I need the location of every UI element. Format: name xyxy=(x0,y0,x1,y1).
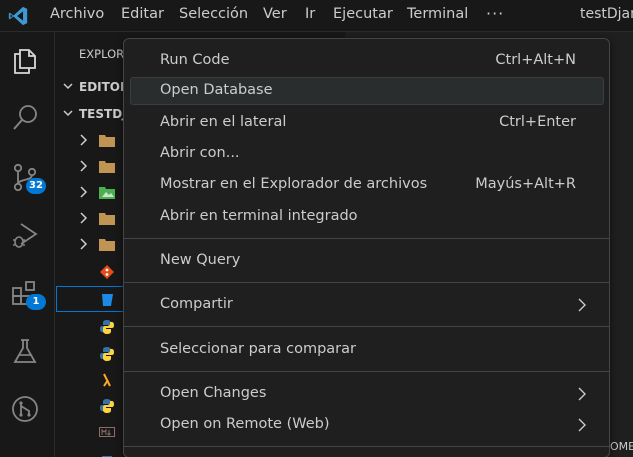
explorer-title: EXPLOR xyxy=(79,47,125,61)
menu-item-label: Open Changes xyxy=(160,385,267,401)
menu-separator xyxy=(124,326,609,327)
section-open-editors[interactable]: EDITOR xyxy=(63,80,129,94)
menu-ver[interactable]: Ver xyxy=(263,6,287,22)
folder-icon xyxy=(99,161,115,173)
run-debug-activity[interactable] xyxy=(0,210,55,258)
chevron-down-icon xyxy=(63,107,79,121)
chevron-right-icon xyxy=(80,160,88,172)
source-control-badge: 32 xyxy=(26,178,46,194)
menu-ir[interactable]: Ir xyxy=(305,6,315,22)
chevron-down-icon xyxy=(63,80,79,94)
chevron-right-icon xyxy=(80,212,88,224)
section-label: EDITOR xyxy=(79,80,130,94)
menu-item-open-on-remote[interactable]: Open on Remote (Web) xyxy=(130,411,604,439)
menu-separator xyxy=(124,282,609,283)
procfile-icon xyxy=(103,373,111,387)
menu-item-reveal-in-explorer[interactable]: Mostrar en el Explorador de archivos May… xyxy=(130,171,604,199)
menu-separator xyxy=(124,371,609,372)
section-project[interactable]: TESTDJ xyxy=(63,107,127,121)
status-fragment: OMEN xyxy=(610,440,633,453)
git-file-icon xyxy=(100,265,114,279)
menu-item-share[interactable]: Compartir xyxy=(130,291,604,319)
search-icon xyxy=(13,105,37,130)
search-activity[interactable] xyxy=(0,92,55,140)
menu-item-shortcut: Mayús+Alt+R xyxy=(475,176,576,192)
extensions-badge: 1 xyxy=(26,294,46,310)
menu-item-label: Abrir en el lateral xyxy=(160,114,287,130)
menu-separator xyxy=(124,238,609,239)
menu-item-label: Compartir xyxy=(160,296,233,312)
chevron-right-icon xyxy=(80,134,88,146)
menu-item-open-database[interactable]: Open Database xyxy=(130,77,604,105)
more-menu-icon[interactable]: ··· xyxy=(486,4,504,23)
chevron-right-icon xyxy=(80,186,88,198)
testing-icon xyxy=(13,339,37,363)
menu-archivo[interactable]: Archivo xyxy=(50,6,104,22)
title-bar: Archivo Editar Selección Ver Ir Ejecutar… xyxy=(0,0,633,32)
menu-item-label: Abrir en terminal integrado xyxy=(160,208,358,224)
folder-icon xyxy=(99,213,115,225)
menu-item-label: Run Code xyxy=(160,52,230,68)
source-control-activity[interactable]: 32 xyxy=(0,152,55,200)
menu-item-select-for-compare[interactable]: Seleccionar para comparar xyxy=(130,336,604,364)
menu-item-label: Mostrar en el Explorador de archivos xyxy=(160,176,428,192)
database-file-icon xyxy=(102,294,113,306)
file-icon xyxy=(102,456,112,457)
markdown-file-icon xyxy=(99,427,115,437)
context-menu: Run Code Ctrl+Alt+N Open Database Abrir … xyxy=(123,38,610,457)
menu-item-label: Open Database xyxy=(160,82,273,98)
section-label: TESTDJ xyxy=(79,107,127,121)
tree-file-selected[interactable] xyxy=(56,286,126,312)
menu-item-open-in-terminal[interactable]: Abrir en terminal integrado xyxy=(130,203,604,231)
run-debug-icon xyxy=(13,223,38,248)
folder-icon xyxy=(99,135,115,147)
files-icon xyxy=(14,49,36,74)
menu-item-new-query[interactable]: New Query xyxy=(130,247,604,275)
python-file-icon xyxy=(100,320,114,334)
python-file-icon xyxy=(100,399,114,413)
menu-item-open-changes[interactable]: Open Changes xyxy=(130,380,604,408)
menu-ejecutar[interactable]: Ejecutar xyxy=(333,6,393,22)
folder-icon xyxy=(99,239,115,251)
menu-item-shortcut: Ctrl+Enter xyxy=(499,114,576,130)
chevron-right-icon xyxy=(80,238,88,250)
menu-item-shortcut: Ctrl+Alt+N xyxy=(495,52,576,68)
remote-activity[interactable] xyxy=(0,384,55,432)
extensions-activity[interactable]: 1 xyxy=(0,268,55,316)
chevron-right-icon xyxy=(578,387,586,401)
images-folder-icon xyxy=(99,187,115,199)
activity-bar: 32 1 xyxy=(0,32,55,457)
explorer-activity[interactable] xyxy=(0,36,55,84)
testing-activity[interactable] xyxy=(0,326,55,374)
window-title: testDjan xyxy=(580,6,633,22)
chevron-right-icon xyxy=(578,418,586,432)
python-file-icon xyxy=(100,347,114,361)
menu-item-label: New Query xyxy=(160,252,241,268)
menu-item-open-with[interactable]: Abrir con... xyxy=(130,140,604,168)
menu-editar[interactable]: Editar xyxy=(121,6,164,22)
menu-item-label: Open on Remote (Web) xyxy=(160,416,330,432)
vscode-logo-icon xyxy=(8,6,28,26)
menu-item-label: Abrir con... xyxy=(160,145,240,161)
menu-seleccion[interactable]: Selección xyxy=(179,6,248,22)
menu-separator xyxy=(124,446,609,447)
menu-item-open-to-side[interactable]: Abrir en el lateral Ctrl+Enter xyxy=(130,109,604,137)
menu-item-run-code[interactable]: Run Code Ctrl+Alt+N xyxy=(130,47,604,75)
chevron-right-icon xyxy=(578,298,586,312)
menu-item-label: Seleccionar para comparar xyxy=(160,341,356,357)
menu-terminal[interactable]: Terminal xyxy=(407,6,468,22)
remote-icon xyxy=(12,396,38,422)
